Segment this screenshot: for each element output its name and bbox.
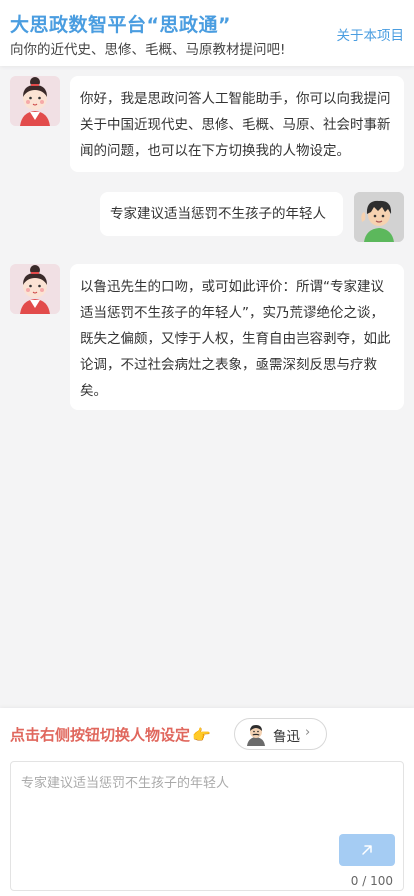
user-avatar-icon (354, 192, 404, 242)
assistant-avatar-icon (10, 76, 60, 126)
char-counter: 0 / 100 (350, 874, 393, 888)
persona-name: 鲁迅 (273, 729, 300, 745)
app-subtitle: 向你的近代史、思修、毛概、马原教材提问吧! (10, 42, 286, 58)
assistant-message-text: 你好，我是思政问答人工智能助手，你可以向我提问关于中国近现代史、思修、毛概、马原… (80, 91, 391, 159)
question-input[interactable] (11, 762, 403, 832)
luxun-avatar-icon (244, 722, 268, 746)
chevron-right-icon: › (305, 725, 311, 740)
user-message-bubble: 专家建议适当惩罚不生孩子的年轻人 (100, 192, 343, 236)
pointing-hand-icon: 👉 (192, 726, 211, 744)
app-header: 大思政数智平台“思政通” 向你的近代史、思修、毛概、马原教材提问吧! 关于本项目 (0, 0, 414, 66)
persona-switch-hint-text: 点击右侧按钮切换人物设定 (10, 726, 191, 744)
assistant-message-bubble: 以鲁迅先生的口吻，或可如此评价：所谓“专家建议适当惩罚不生孩子的年轻人”，实乃荒… (70, 264, 404, 410)
chat-area[interactable]: 你好，我是思政问答人工智能助手，你可以向我提问关于中国近现代史、思修、毛概、马原… (0, 66, 414, 706)
user-message-text: 专家建议适当惩罚不生孩子的年轻人 (110, 206, 326, 222)
send-button[interactable] (339, 834, 395, 866)
question-input-box: 0 / 100 (10, 761, 404, 891)
about-project-link[interactable]: 关于本项目 (337, 24, 405, 44)
app-title: 大思政数智平台“思政通” (10, 14, 231, 36)
persona-switch-hint: 点击右侧按钮切换人物设定 👉 (10, 724, 211, 745)
assistant-message-text: 以鲁迅先生的口吻，或可如此评价：所谓“专家建议适当惩罚不生孩子的年轻人”，实乃荒… (80, 279, 391, 399)
arrow-up-right-icon (362, 845, 372, 855)
assistant-message-bubble: 你好，我是思政问答人工智能助手，你可以向我提问关于中国近现代史、思修、毛概、马原… (70, 76, 404, 172)
input-panel: 点击右侧按钮切换人物设定👉 鲁迅 › 0 / 100 (0, 708, 414, 896)
assistant-avatar-icon (10, 264, 60, 314)
persona-switch-button[interactable]: 鲁迅 › (234, 718, 327, 750)
